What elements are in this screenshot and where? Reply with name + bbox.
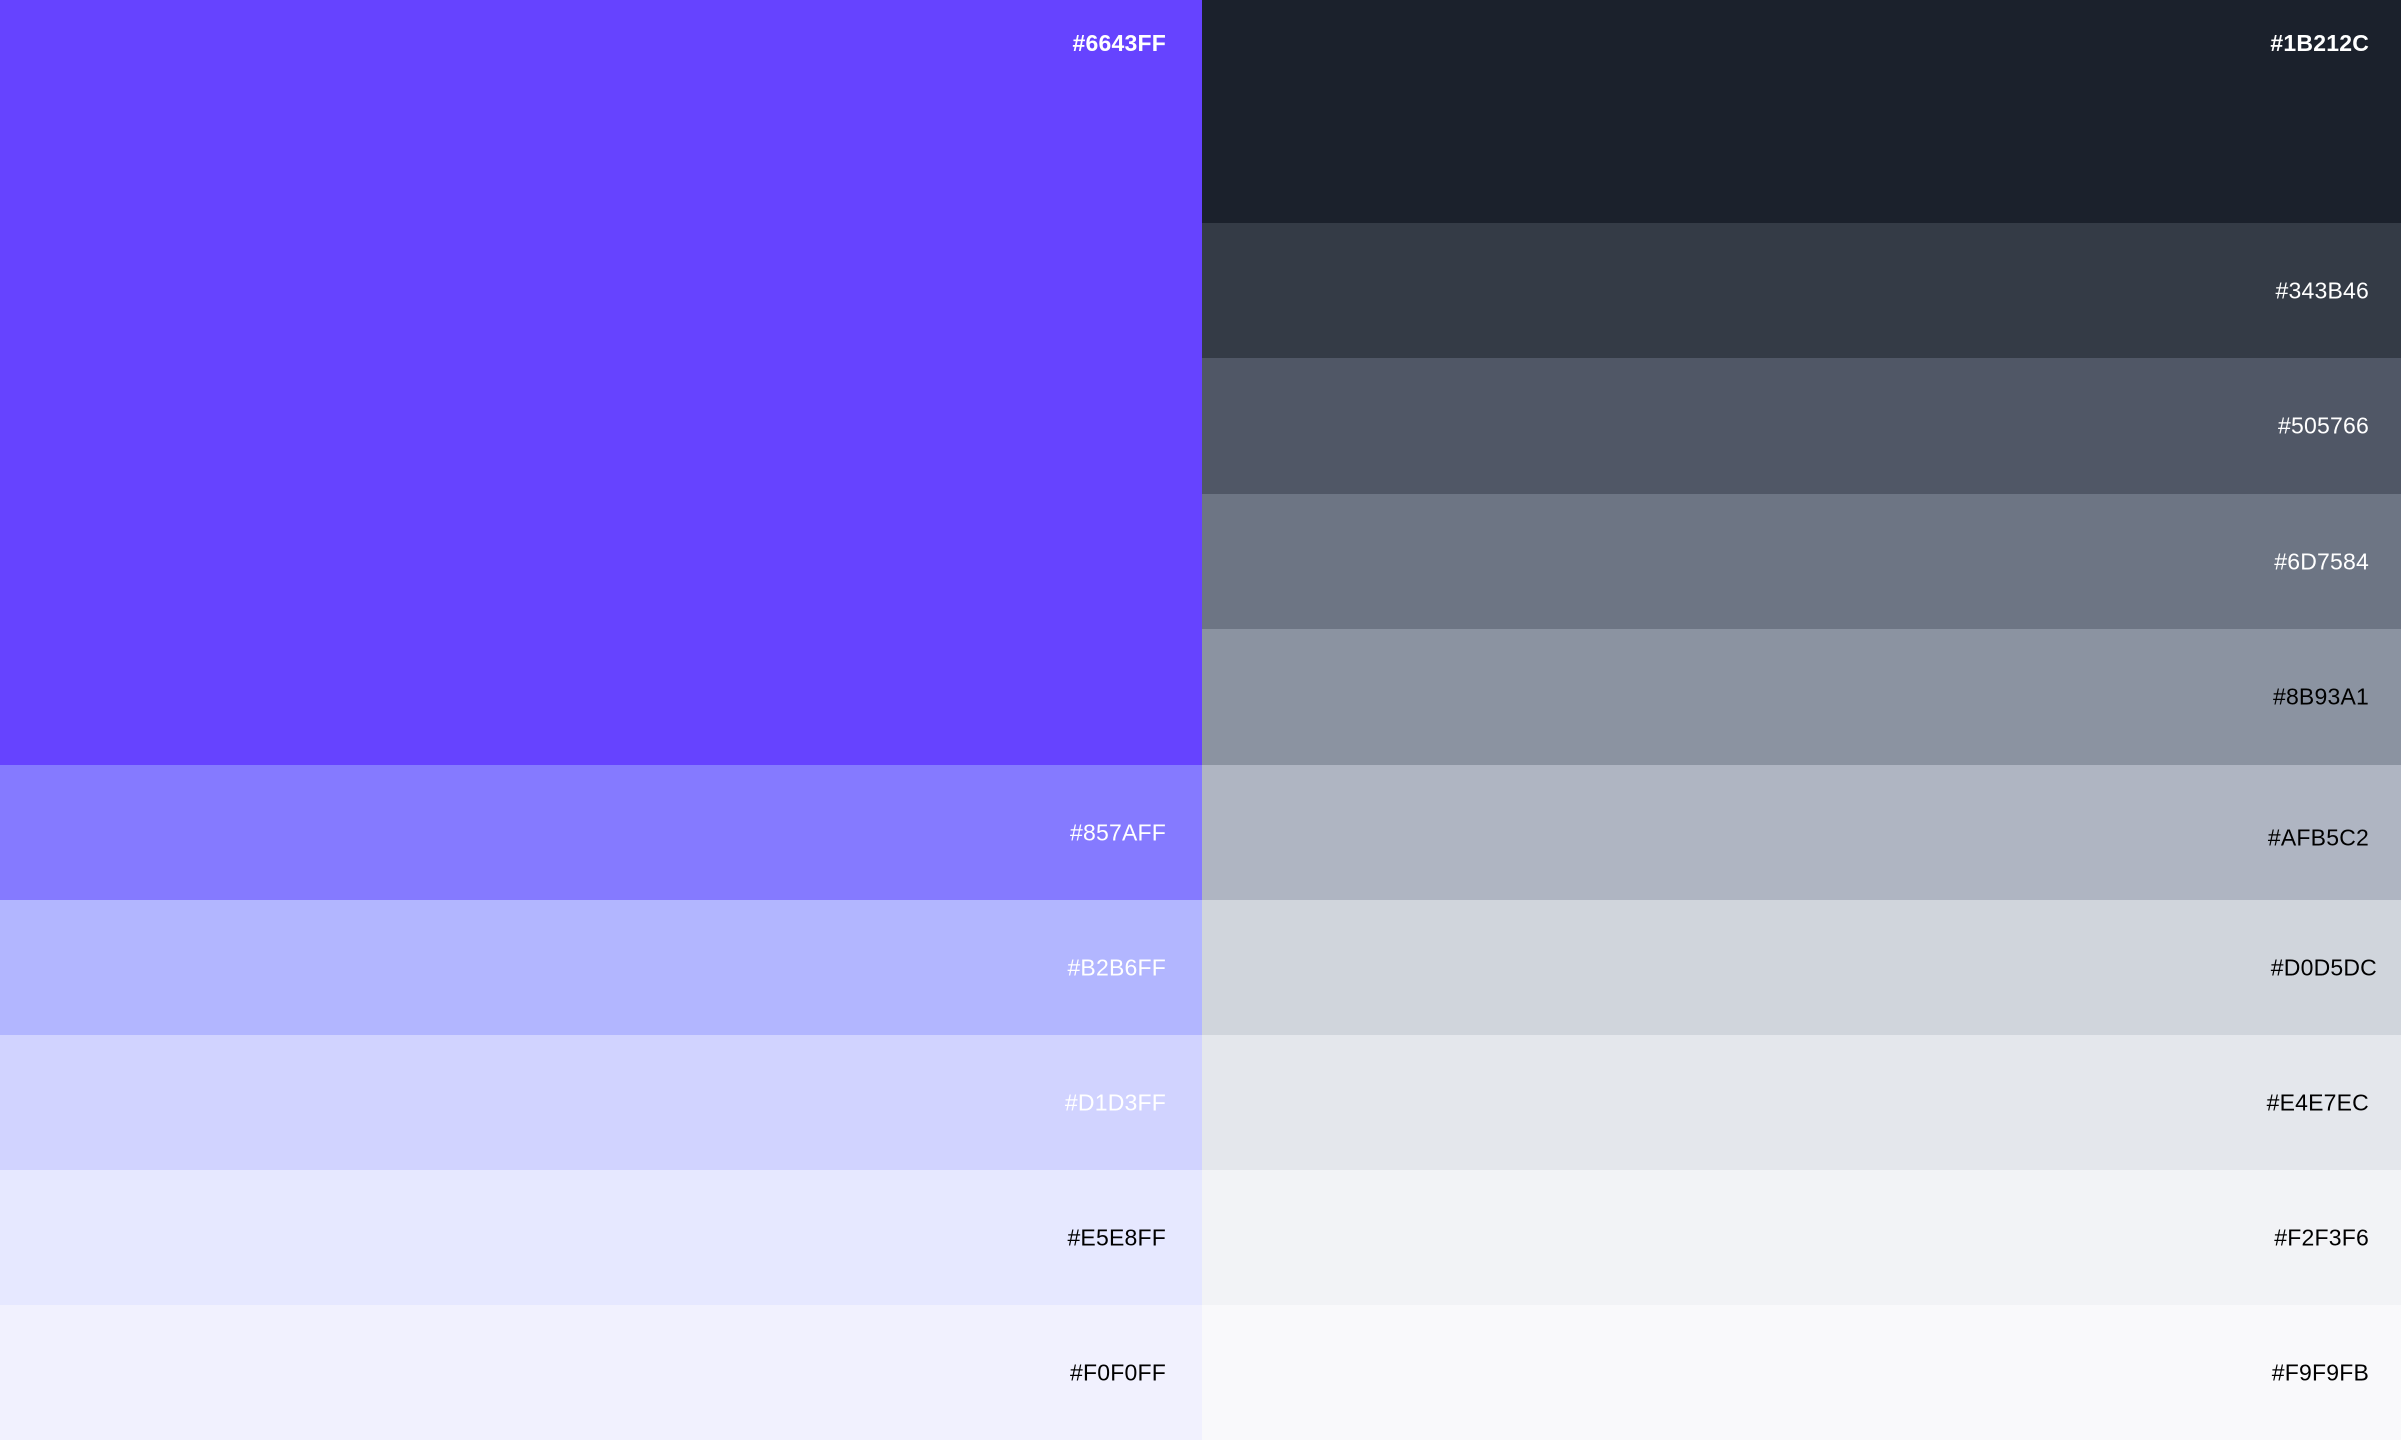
swatch-hex-label: #857AFF (1069, 819, 1166, 845)
swatch-neutral-2[interactable]: #505766 (1202, 358, 2401, 494)
swatch-hex-label: #343B46 (2275, 277, 2369, 303)
swatch-neutral-9[interactable]: #F9F9FB (1202, 1305, 2401, 1440)
color-palette: #6643FF #857AFF #B2B6FF #D1D3FF #E5E8FF … (0, 0, 2401, 1440)
swatch-hex-label: #6643FF (1072, 30, 1166, 56)
swatch-primary-0[interactable]: #6643FF (0, 0, 1202, 765)
swatch-primary-1[interactable]: #857AFF (0, 765, 1202, 900)
swatch-hex-label: #F2F3F6 (2274, 1224, 2369, 1250)
swatch-hex-label: #505766 (2278, 412, 2369, 439)
swatch-neutral-8[interactable]: #F2F3F6 (1202, 1170, 2401, 1305)
primary-color-column: #6643FF #857AFF #B2B6FF #D1D3FF #E5E8FF … (0, 0, 1202, 1440)
swatch-neutral-0[interactable]: #1B212C (1202, 0, 2401, 223)
swatch-primary-3[interactable]: #D1D3FF (0, 1035, 1202, 1170)
swatch-neutral-5[interactable]: #AFB5C2 (1202, 765, 2401, 900)
swatch-hex-label: #D0D5DC (2270, 954, 2377, 980)
swatch-hex-label: #B2B6FF (1067, 954, 1166, 980)
swatch-neutral-1[interactable]: #343B46 (1202, 223, 2401, 358)
swatch-hex-label: #D1D3FF (1064, 1089, 1166, 1115)
swatch-primary-2[interactable]: #B2B6FF (0, 900, 1202, 1035)
swatch-hex-label: #8B93A1 (2272, 683, 2369, 710)
swatch-neutral-3[interactable]: #6D7584 (1202, 494, 2401, 629)
swatch-hex-label: #AFB5C2 (2267, 824, 2369, 851)
swatch-primary-5[interactable]: #F0F0FF (0, 1305, 1202, 1440)
swatch-hex-label: #F0F0FF (1070, 1359, 1166, 1385)
swatch-hex-label: #1B212C (2270, 30, 2369, 56)
swatch-primary-4[interactable]: #E5E8FF (0, 1170, 1202, 1305)
swatch-hex-label: #6D7584 (2274, 548, 2369, 574)
swatch-neutral-6[interactable]: #D0D5DC (1202, 900, 2401, 1035)
swatch-hex-label: #E5E8FF (1067, 1224, 1166, 1250)
swatch-hex-label: #F9F9FB (2271, 1359, 2369, 1385)
swatch-neutral-4[interactable]: #8B93A1 (1202, 629, 2401, 765)
neutral-color-column: #1B212C #343B46 #505766 #6D7584 #8B93A1 … (1202, 0, 2401, 1440)
swatch-neutral-7[interactable]: #E4E7EC (1202, 1035, 2401, 1170)
swatch-hex-label: #E4E7EC (2266, 1089, 2369, 1115)
